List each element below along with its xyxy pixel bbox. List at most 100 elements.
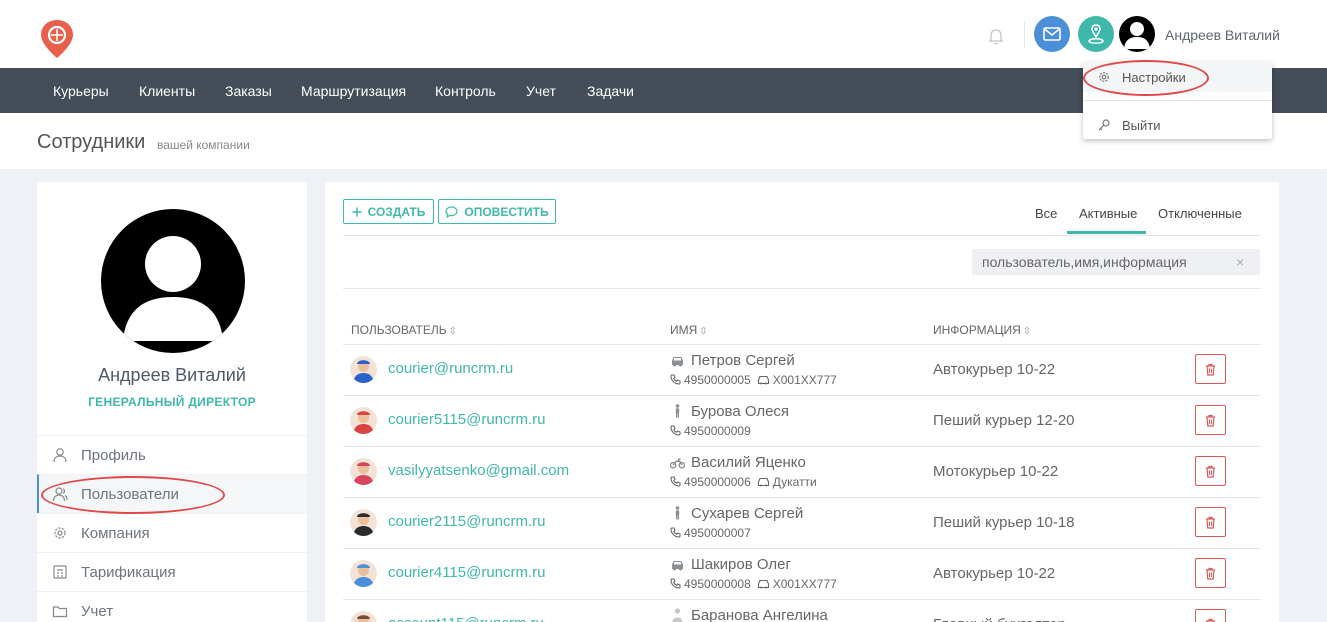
nav-item-clients[interactable]: Клиенты — [139, 83, 195, 99]
user-name-text: Шакиров Олег — [691, 556, 791, 573]
search-input[interactable] — [972, 249, 1232, 275]
column-header-info[interactable]: ИНФОРМАЦИЯ ⇳ — [933, 323, 1031, 337]
nav-item-tasks[interactable]: Задачи — [587, 83, 634, 99]
mail-button[interactable] — [1034, 16, 1070, 52]
user-meta: 4950000009 — [670, 424, 751, 438]
profile-name: Андреев Виталий — [98, 365, 246, 385]
create-button-label: СОЗДАТЬ — [367, 204, 426, 219]
sort-icon: ⇳ — [448, 326, 458, 337]
user-avatar — [350, 407, 377, 434]
user-email-link[interactable]: vasilyyatsenko@gmail.com — [388, 462, 569, 479]
table-row: account115@runcrm.ru Баранова Ангелина Гла… — [343, 599, 1261, 622]
user-avatar — [350, 509, 377, 536]
search-clear-button[interactable]: × — [1236, 254, 1244, 270]
sidebar-item-accounting[interactable]: Учет — [37, 591, 307, 622]
user-info: Автокурьер 10-22 — [933, 361, 1056, 378]
profile-card: Андреев Виталий ГЕНЕРАЛЬНЫЙ ДИРЕКТОР Про… — [37, 182, 307, 622]
sidebar-item-tariffs[interactable]: Тарификация — [37, 552, 307, 591]
user-meta: 4950000006 Дукатти — [670, 475, 817, 489]
dropdown-item-settings[interactable]: Настройки — [1083, 62, 1272, 92]
user-vehicle: Дукатти — [772, 475, 817, 489]
delete-user-button[interactable] — [1195, 405, 1226, 435]
chat-bubble-icon — [445, 205, 458, 218]
delete-user-button[interactable] — [1195, 354, 1226, 384]
app-logo-icon[interactable] — [38, 18, 76, 60]
key-icon — [1097, 118, 1111, 132]
delete-user-button[interactable] — [1195, 456, 1226, 486]
dropdown-settings-label: Настройки — [1122, 69, 1186, 85]
table-row: vasilyyatsenko@gmail.com Василий Яценко 49… — [343, 446, 1261, 497]
gear-icon — [1097, 70, 1111, 84]
nav-item-accounting[interactable]: Учет — [526, 83, 556, 99]
user-dropdown: Настройки Выйти — [1083, 62, 1272, 139]
user-email-link[interactable]: account115@runcrm.ru — [388, 615, 544, 622]
sidebar-item-profile[interactable]: Профиль — [37, 435, 307, 474]
trash-icon — [1205, 414, 1216, 427]
gear-icon — [52, 525, 68, 541]
sidebar-item-label: Профиль — [81, 446, 146, 464]
vehicle-icon — [757, 477, 770, 487]
user-vehicle: Х001ХХ777 — [772, 373, 837, 387]
dropdown-item-logout[interactable]: Выйти — [1083, 110, 1272, 140]
sidebar-item-users[interactable]: Пользователи — [37, 474, 307, 513]
user-meta: 4950000005 Х001ХХ777 — [670, 373, 837, 387]
user-vehicle: Х001ХХ777 — [772, 577, 837, 591]
delete-user-button[interactable] — [1195, 609, 1226, 622]
filter-tab-disabled[interactable]: Отключенные — [1158, 206, 1242, 221]
user-name-text: Сухарев Сергей — [691, 505, 804, 522]
person-icon — [670, 608, 685, 622]
user-name: Бурова Олеся — [670, 403, 789, 420]
user-email-link[interactable]: courier@runcrm.ru — [388, 360, 513, 377]
user-meta: 4950000008 Х001ХХ777 — [670, 577, 837, 591]
user-email-link[interactable]: courier4115@runcrm.ru — [388, 564, 546, 581]
user-name-text: Бурова Олеся — [691, 403, 790, 420]
plus-icon — [352, 207, 362, 217]
car-icon — [670, 355, 685, 367]
sidebar-item-company[interactable]: Компания — [37, 513, 307, 552]
filter-tab-all[interactable]: Все — [1035, 206, 1057, 221]
search-box: × — [972, 249, 1260, 275]
delete-user-button[interactable] — [1195, 558, 1226, 588]
nav-item-orders[interactable]: Заказы — [225, 83, 272, 99]
filter-tab-active[interactable]: Активные — [1079, 206, 1137, 221]
sort-icon: ⇳ — [1022, 326, 1032, 337]
column-header-name[interactable]: ИМЯ ⇳ — [670, 323, 708, 337]
delete-user-button[interactable] — [1195, 507, 1226, 537]
trash-icon — [1205, 363, 1216, 376]
location-button[interactable] — [1078, 16, 1114, 52]
column-header-user[interactable]: ПОЛЬЗОВАТЕЛЬ ⇳ — [351, 323, 457, 337]
user-silhouette-icon — [1124, 22, 1150, 49]
user-phone: 4950000007 — [684, 526, 751, 540]
user-name: Василий Яценко — [670, 454, 806, 471]
user-email-link[interactable]: courier5115@runcrm.ru — [388, 411, 546, 428]
profile-avatar — [101, 209, 245, 353]
user-name: Сухарев Сергей — [670, 505, 803, 522]
bell-icon[interactable] — [986, 26, 1006, 46]
sidebar-item-label: Компания — [81, 524, 150, 542]
sidebar-item-label: Пользователи — [81, 485, 179, 503]
nav-item-control[interactable]: Контроль — [435, 83, 496, 99]
dropdown-divider — [1083, 100, 1272, 101]
divider — [343, 235, 1261, 236]
nav-item-couriers[interactable]: Курьеры — [53, 83, 109, 99]
dropdown-logout-label: Выйти — [1122, 117, 1161, 133]
user-icon — [52, 447, 68, 463]
header-avatar[interactable] — [1119, 16, 1155, 52]
phone-icon — [670, 527, 681, 538]
user-name-text: Баранова Ангелина — [691, 607, 828, 622]
trash-icon — [1205, 567, 1216, 580]
notify-button[interactable]: ОПОВЕСТИТЬ — [438, 199, 556, 224]
calculator-icon — [52, 564, 68, 580]
sidebar-item-label: Учет — [81, 602, 114, 620]
header-user-name[interactable]: Андреев Виталий — [1165, 27, 1280, 43]
users-icon — [52, 486, 68, 502]
user-email-link[interactable]: courier2115@runcrm.ru — [388, 513, 546, 530]
nav-item-routing[interactable]: Маршрутизация — [301, 83, 406, 99]
user-phone: 4950000005 — [684, 373, 751, 387]
phone-icon — [670, 425, 681, 436]
user-phone: 4950000006 — [684, 475, 751, 489]
user-name-text: Петров Сергей — [691, 352, 795, 369]
create-button[interactable]: СОЗДАТЬ — [343, 199, 434, 224]
user-phone: 4950000008 — [684, 577, 751, 591]
top-header: Андреев Виталий — [0, 0, 1327, 68]
